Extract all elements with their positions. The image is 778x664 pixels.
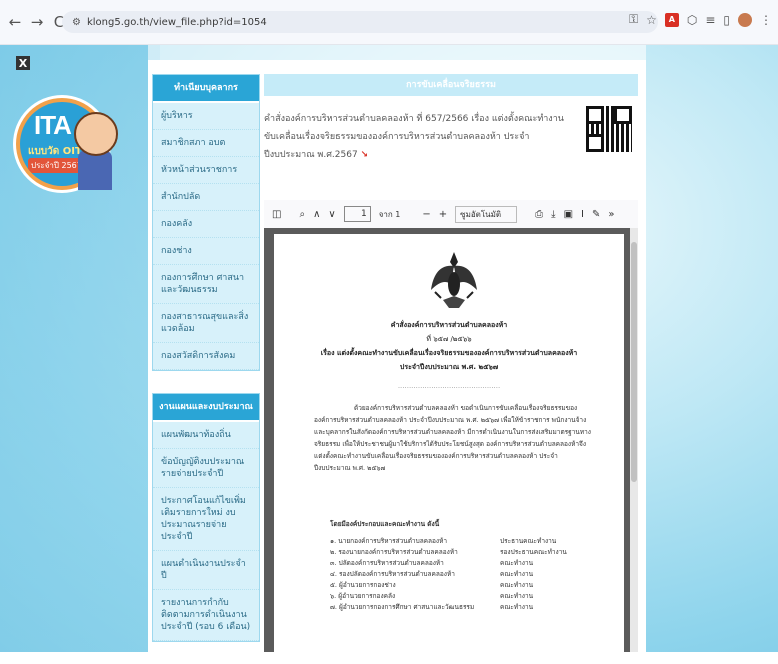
site-info-icon[interactable]: ⚙ xyxy=(72,17,81,28)
zoom-select[interactable]: ซูมอัตโนมัติ xyxy=(455,205,518,223)
profile-avatar[interactable] xyxy=(738,12,752,27)
member-row: ๒. รองนายกองค์การบริหารส่วนตำบลคลองห้า รอ… xyxy=(330,547,580,558)
oit-label: แบบวัด OIT xyxy=(28,146,82,157)
member-name: ๒. รองนายกองค์การบริหารส่วนตำบลคลองห้า xyxy=(330,548,458,556)
page-top-strip xyxy=(148,45,646,60)
member-name: ๕. ผู้อำนวยการกองช่าง xyxy=(330,581,396,589)
sidebar-personnel-item[interactable]: หัวหน้าส่วนราชการ xyxy=(153,157,259,184)
doc-list-title: โดยมีองค์ประกอบและคณะทำงาน ดังนี้ xyxy=(330,520,440,528)
personnel-menu: ทำเนียบบุคลากร ผู้บริหาร สมาชิกสภา อบต หัว… xyxy=(152,74,260,371)
sidebar-personnel-item[interactable]: สมาชิกสภา อบต xyxy=(153,130,259,157)
doc-fiscal-year: ประจำปีงบประมาณ พ.ศ. ๒๕๖๗ xyxy=(399,363,499,371)
qr-code xyxy=(584,104,634,154)
sidebar-plan-item[interactable]: ประกาศโอนแก้ไขเพิ่มเติมรายการใหม่ งบประม… xyxy=(153,488,259,551)
find-icon[interactable]: ⌕ xyxy=(299,209,305,220)
sidebar-personnel-item[interactable]: กองช่าง xyxy=(153,238,259,265)
close-popup-button[interactable]: X xyxy=(16,56,30,70)
draw-tool-icon[interactable]: ✎ xyxy=(592,209,600,220)
member-role: รองประธานคณะทำงาน xyxy=(500,548,567,556)
sidebar-personnel-item[interactable]: ผู้บริหาร xyxy=(153,103,259,130)
address-bar[interactable]: ⚙ klong5.go.th/view_file.php?id=1054 xyxy=(62,11,658,33)
plan-budget-menu-title: งานแผนและงบประมาณ xyxy=(153,394,259,422)
sidebar-personnel-item[interactable]: กองการศึกษา ศาสนาและวัฒนธรรม xyxy=(153,265,259,304)
member-name: ๓. ปลัดองค์การบริหารส่วนตำบลคลองห้า xyxy=(330,559,444,567)
doc-subject: เรื่อง แต่งตั้งคณะทำงานขับเคลื่อนเรื่องจ… xyxy=(320,349,578,357)
personnel-menu-title: ทำเนียบบุคลากร xyxy=(153,75,259,103)
document-canvas[interactable]: คำสั่งองค์การบริหารส่วนตำบลคลองห้า ที่ ๖… xyxy=(264,228,638,664)
doc-number: ที่ ๖๕๗ /๒๕๖๖ xyxy=(426,335,472,343)
member-role: ประธานคณะทำงาน xyxy=(500,537,557,545)
zoom-out-icon[interactable]: − xyxy=(422,209,430,220)
member-role: คณะทำงาน xyxy=(500,581,534,589)
member-name: ๑. นายกองค์การบริหารส่วนตำบลคลองห้า xyxy=(330,537,448,545)
year-label: ประจำปี 2567 xyxy=(28,158,85,173)
menu-icon[interactable]: ⋮ xyxy=(760,13,772,27)
scroll-thumb[interactable] xyxy=(631,242,637,482)
pdf-file-icon[interactable]: ↘ xyxy=(361,150,369,160)
ita-badge[interactable]: ITA แบบวัด OIT ประจำปี 2567 xyxy=(16,98,118,190)
member-row: ๔. รองปลัดองค์การบริหารส่วนตำบลคลองห้า คณ… xyxy=(330,569,580,580)
key-icon[interactable]: ⚿ xyxy=(629,12,638,27)
bookmark-star-icon[interactable]: ☆ xyxy=(646,13,657,27)
member-role: คณะทำงาน xyxy=(500,603,534,611)
sidebar-plan-item[interactable]: แผนดำเนินงานประจำปี xyxy=(153,551,259,590)
pdf-extension-icon[interactable]: A xyxy=(664,12,679,27)
member-row: ๕. ผู้อำนวยการกองช่าง คณะทำงาน xyxy=(330,580,580,591)
sidebar-plan-item[interactable]: ข้อบัญญัติงบประมาณรายจ่ายประจำปี xyxy=(153,449,259,488)
doc-paragraph: ด้วยองค์การบริหารส่วนตำบลคลองห้า ขอดำเนิ… xyxy=(314,404,591,472)
mascot-face xyxy=(74,112,118,156)
ita-logo-text: ITA xyxy=(34,110,72,140)
url-text: klong5.go.th/view_file.php?id=1054 xyxy=(86,16,267,28)
sidebar-personnel-item[interactable]: กองสาธารณสุขและสิ่งแวดล้อม xyxy=(153,304,259,343)
member-row: ๓. ปลัดองค์การบริหารส่วนตำบลคลองห้า คณะทำ… xyxy=(330,558,580,569)
page-number-input[interactable]: 1 xyxy=(343,206,371,222)
document-link[interactable]: คำสั่งองค์การบริหารส่วนตำบลคลองห้า ที่ 6… xyxy=(264,110,564,164)
sidebar-plan-item[interactable]: แผนพัฒนาท้องถิ่น xyxy=(153,422,259,449)
content-header: การขับเคลื่อนจริยธรรม xyxy=(264,74,638,96)
member-name: ๗. ผู้อำนวยการกองการศึกษา ศาสนาและวัฒนธร… xyxy=(330,603,475,611)
download-icon[interactable]: ⤓ xyxy=(551,209,555,220)
text-tool-icon[interactable]: I xyxy=(581,209,584,220)
pdf-toolbar: ◫ ⌕ ∧ ∨ 1 จาก 1 − + ซูมอัตโนมัติ ⎙ ⤓ ▣ I… xyxy=(264,200,638,228)
member-list: ๑. นายกองค์การบริหารส่วนตำบลคลองห้า ประธา… xyxy=(330,536,580,613)
print-icon[interactable]: ⎙ xyxy=(535,209,543,220)
pdf-viewer: ◫ ⌕ ∧ ∨ 1 จาก 1 − + ซูมอัตโนมัติ ⎙ ⤓ ▣ I… xyxy=(264,200,638,664)
previous-page-icon[interactable]: ∧ xyxy=(313,209,320,220)
doc-org: คำสั่งองค์การบริหารส่วนตำบลคลองห้า xyxy=(390,321,508,329)
member-row: ๖. ผู้อำนวยการกองคลัง คณะทำงาน xyxy=(330,591,580,602)
document-description: คำสั่งองค์การบริหารส่วนตำบลคลองห้า ที่ 6… xyxy=(264,114,564,160)
browser-toolbar: ← → C ⚙ klong5.go.th/view_file.php?id=10… xyxy=(0,0,778,45)
zoom-in-icon[interactable]: + xyxy=(439,209,447,220)
garuda-emblem-icon xyxy=(431,252,477,308)
member-row: ๗. ผู้อำนวยการกองการศึกษา ศาสนาและวัฒนธร… xyxy=(330,602,580,613)
more-tools-icon[interactable]: » xyxy=(608,209,614,220)
content-area: การขับเคลื่อนจริยธรรม คำสั่งองค์การบริหา… xyxy=(264,74,638,160)
member-row: ๑. นายกองค์การบริหารส่วนตำบลคลองห้า ประธา… xyxy=(330,536,580,547)
reading-list-icon[interactable]: ≡ xyxy=(705,13,715,27)
member-name: ๖. ผู้อำนวยการกองคลัง xyxy=(330,592,396,600)
sidebar-plan-item[interactable]: รายงานการกำกับติดตามการดำเนินงานประจำปี … xyxy=(153,590,259,641)
document-page: คำสั่งองค์การบริหารส่วนตำบลคลองห้า ที่ ๖… xyxy=(274,234,624,664)
member-role: คณะทำงาน xyxy=(500,570,534,578)
next-page-icon[interactable]: ∨ xyxy=(328,209,335,220)
extensions-icon[interactable]: ⬡ xyxy=(687,13,697,27)
sidebar-personnel-item[interactable]: กองคลัง xyxy=(153,211,259,238)
pdf-scrollbar[interactable] xyxy=(630,228,638,652)
side-panel-icon[interactable]: ▯ xyxy=(723,13,730,27)
sidebar-personnel-item[interactable]: สำนักปลัด xyxy=(153,184,259,211)
member-name: ๔. รองปลัดองค์การบริหารส่วนตำบลคลองห้า xyxy=(330,570,455,578)
forward-button[interactable]: → xyxy=(30,13,44,31)
plan-budget-menu: งานแผนและงบประมาณ แผนพัฒนาท้องถิ่น ข้อบัญ… xyxy=(152,393,260,642)
member-role: คณะทำงาน xyxy=(500,559,534,567)
sidebar-personnel-item[interactable]: กองสวัสดิการสังคม xyxy=(153,343,259,370)
sidebar: ทำเนียบบุคลากร ผู้บริหาร สมาชิกสภา อบต หัว… xyxy=(152,74,260,642)
sidebar-toggle-icon[interactable]: ◫ xyxy=(272,209,281,220)
mascot-body xyxy=(78,150,112,190)
member-role: คณะทำงาน xyxy=(500,592,534,600)
doc-divider: ........................................… xyxy=(397,382,501,390)
image-icon[interactable]: ▣ xyxy=(564,209,573,220)
page-count: จาก 1 xyxy=(378,209,401,219)
back-button[interactable]: ← xyxy=(8,13,22,31)
